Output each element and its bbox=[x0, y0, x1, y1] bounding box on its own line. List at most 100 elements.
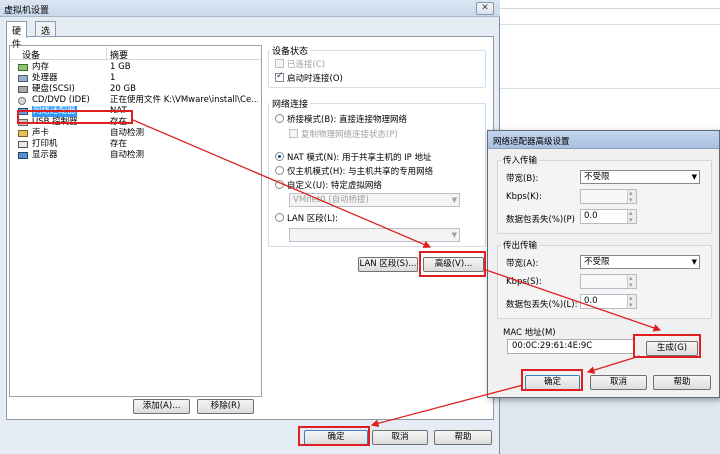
remove-device-button[interactable]: 移除(R) bbox=[197, 399, 254, 414]
generate-mac-button[interactable]: 生成(G) bbox=[646, 341, 698, 356]
tab-options[interactable]: 选项 bbox=[35, 21, 57, 50]
spin-arrows-icon[interactable] bbox=[627, 207, 636, 227]
device-summary: 自动检测 bbox=[110, 150, 145, 160]
chevron-down-icon: ▼ bbox=[691, 173, 697, 181]
incoming-bandwidth-select[interactable]: 不受限 ▼ bbox=[580, 170, 700, 184]
usb-icon bbox=[18, 119, 28, 126]
help-button[interactable]: 帮助 bbox=[434, 430, 492, 445]
close-icon[interactable]: ✕ bbox=[476, 2, 494, 15]
lan-segment-label: LAN 区段(L): bbox=[287, 214, 339, 224]
chevron-down-icon: ▼ bbox=[451, 231, 457, 239]
incoming-kbps-stepper[interactable] bbox=[580, 187, 637, 207]
connected-label: 已连接(C) bbox=[287, 60, 326, 70]
spin-arrows-icon[interactable] bbox=[627, 272, 636, 292]
cancel-button[interactable]: 取消 bbox=[372, 430, 428, 445]
background-window bbox=[500, 8, 720, 130]
device-summary: 正在使用文件 K:\VMware\install\Ce... bbox=[110, 95, 258, 105]
advanced-cancel-button[interactable]: 取消 bbox=[590, 375, 647, 390]
device-row-cdrom[interactable]: CD/DVD (IDE) 正在使用文件 K:\VMware\install\Ce… bbox=[10, 95, 261, 106]
sound-icon bbox=[18, 130, 28, 137]
device-row-display[interactable]: 显示器 自动检测 bbox=[10, 150, 261, 161]
replicate-state-checkbox[interactable] bbox=[289, 129, 298, 138]
lan-segments-button[interactable]: LAN 区段(S)... bbox=[358, 257, 418, 272]
incoming-loss-stepper[interactable]: 0.0 bbox=[580, 207, 637, 227]
device-name: 声卡 bbox=[32, 128, 50, 138]
advanced-ok-button[interactable]: 确定 bbox=[525, 375, 580, 390]
add-device-button[interactable]: 添加(A)... bbox=[133, 399, 190, 414]
device-row-network-adapter[interactable]: 网络适配器 NAT bbox=[10, 106, 261, 117]
device-row-usb[interactable]: USB 控制器 存在 bbox=[10, 117, 261, 128]
summary-column-header[interactable]: 摘要 bbox=[110, 48, 128, 61]
device-summary: NAT bbox=[110, 106, 127, 116]
background-divider bbox=[500, 24, 720, 25]
dialog-titlebar: 虚拟机设置 ✕ bbox=[0, 0, 500, 17]
advanced-dialog-title: 网络适配器高级设置 bbox=[493, 137, 570, 147]
device-name: 硬盘(SCSI) bbox=[32, 84, 75, 94]
outgoing-bandwidth-label: 带宽(A): bbox=[506, 259, 539, 269]
background-top bbox=[500, 0, 720, 8]
connected-checkbox[interactable] bbox=[275, 59, 284, 68]
outgoing-kbps-label: Kbps(S): bbox=[506, 277, 542, 287]
custom-network-value: VMnet0 (自动桥接) bbox=[293, 195, 369, 205]
device-summary: 存在 bbox=[110, 139, 128, 149]
replicate-state-label: 复制物理网络连接状态(P) bbox=[301, 130, 398, 140]
device-row-printer[interactable]: 打印机 存在 bbox=[10, 139, 261, 150]
device-summary: 20 GB bbox=[110, 84, 136, 94]
incoming-label: 传入传输 bbox=[501, 154, 540, 166]
incoming-kbps-label: Kbps(K): bbox=[506, 192, 542, 202]
device-list-header: 设备 摘要 bbox=[10, 46, 261, 61]
outgoing-bandwidth-select[interactable]: 不受限 ▼ bbox=[580, 255, 700, 269]
device-row-memory[interactable]: 内存 1 GB bbox=[10, 62, 261, 73]
custom-label: 自定义(U): 特定虚拟网络 bbox=[287, 181, 382, 191]
device-name: CD/DVD (IDE) bbox=[32, 95, 90, 105]
connect-at-poweron-label: 启动时连接(O) bbox=[287, 74, 343, 84]
advanced-dialog-titlebar: 网络适配器高级设置 bbox=[488, 131, 719, 149]
bridged-radio[interactable] bbox=[275, 114, 284, 123]
device-column-header[interactable]: 设备 bbox=[22, 48, 40, 61]
harddisk-icon bbox=[18, 86, 28, 93]
device-summary: 自动检测 bbox=[110, 128, 145, 138]
custom-network-select[interactable]: VMnet0 (自动桥接) ▼ bbox=[289, 193, 460, 207]
device-row-cpu[interactable]: 处理器 1 bbox=[10, 73, 261, 84]
mac-address-label: MAC 地址(M) bbox=[503, 328, 556, 338]
spin-arrows-icon[interactable] bbox=[627, 292, 636, 312]
incoming-bandwidth-label: 带宽(B): bbox=[506, 174, 539, 184]
incoming-bandwidth-value: 不受限 bbox=[584, 172, 610, 182]
outgoing-kbps-stepper[interactable] bbox=[580, 272, 637, 292]
device-name: 网络适配器 bbox=[32, 106, 77, 117]
device-list[interactable]: 设备 摘要 内存 1 GB 处理器 1 硬盘(SCSI) 20 GB CD/DV… bbox=[9, 45, 262, 397]
device-name: 内存 bbox=[32, 62, 50, 72]
bridged-label: 桥接模式(B): 直接连接物理网络 bbox=[287, 115, 408, 125]
outgoing-loss-stepper[interactable]: 0.0 bbox=[580, 292, 637, 312]
device-name: 显示器 bbox=[32, 150, 58, 160]
spin-arrows-icon[interactable] bbox=[627, 187, 636, 207]
hostonly-radio[interactable] bbox=[275, 166, 284, 175]
device-summary: 1 GB bbox=[110, 62, 131, 72]
device-status-label: 设备状态 bbox=[270, 44, 311, 57]
device-name: 处理器 bbox=[32, 73, 58, 83]
network-adapter-advanced-dialog: 网络适配器高级设置 传入传输 带宽(B): 不受限 ▼ Kbps(K): 数据包… bbox=[487, 130, 720, 398]
device-name: 打印机 bbox=[32, 139, 58, 149]
custom-radio[interactable] bbox=[275, 180, 284, 189]
ok-button[interactable]: 确定 bbox=[304, 430, 368, 445]
outgoing-label: 传出传输 bbox=[501, 239, 540, 251]
lan-segment-select[interactable]: ▼ bbox=[289, 228, 460, 242]
connect-at-poweron-checkbox[interactable] bbox=[275, 71, 284, 82]
background-divider bbox=[500, 88, 720, 89]
outgoing-bandwidth-value: 不受限 bbox=[584, 257, 610, 267]
advanced-help-button[interactable]: 帮助 bbox=[653, 375, 711, 390]
outgoing-loss-value: 0.0 bbox=[584, 296, 598, 306]
incoming-loss-value: 0.0 bbox=[584, 211, 598, 221]
lan-segment-radio[interactable] bbox=[275, 213, 284, 222]
printer-icon bbox=[18, 141, 28, 148]
device-name: USB 控制器 bbox=[32, 117, 78, 127]
mac-address-field[interactable]: 00:0C:29:61:4E:9C bbox=[507, 339, 634, 354]
tab-hardware[interactable]: 硬件 bbox=[6, 21, 28, 50]
advanced-button[interactable]: 高级(V)... bbox=[423, 257, 484, 272]
device-summary: 1 bbox=[110, 73, 116, 83]
nat-radio[interactable] bbox=[275, 152, 284, 161]
display-icon bbox=[18, 152, 28, 159]
device-row-harddisk[interactable]: 硬盘(SCSI) 20 GB bbox=[10, 84, 261, 95]
device-summary: 存在 bbox=[110, 117, 128, 127]
device-row-sound[interactable]: 声卡 自动检测 bbox=[10, 128, 261, 139]
